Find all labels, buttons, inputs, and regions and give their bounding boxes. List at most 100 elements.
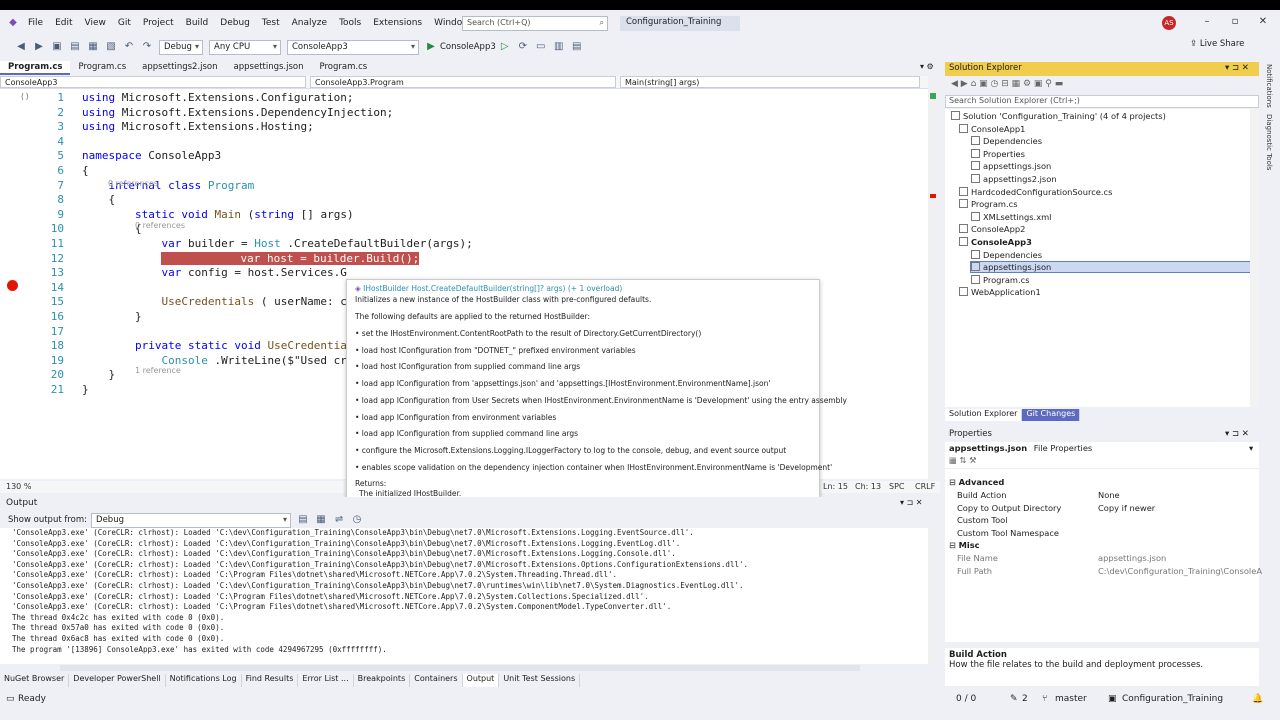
notifications-side-tab[interactable]: Notifications [1265, 64, 1273, 108]
save-all-icon[interactable]: ▧ [104, 40, 118, 54]
tree-item[interactable]: ConsoleApp3 [959, 237, 1032, 247]
editor-tab[interactable]: Program.cs [312, 61, 376, 75]
save-icon[interactable]: ▦ [86, 40, 100, 54]
zoom-level[interactable]: 130 % [6, 482, 31, 491]
properties-object-dropdown-icon[interactable]: ▾ [1249, 443, 1253, 453]
tree-item[interactable]: WebApplication1 [959, 287, 1041, 297]
new-project-icon[interactable]: ▣ [50, 40, 64, 54]
codelens-usecredentials[interactable]: 1 reference [135, 366, 181, 375]
tree-item[interactable]: Properties [971, 148, 1025, 159]
tree-item[interactable]: ConsoleApp1 [959, 123, 1025, 134]
tree-item[interactable]: XMLsettings.xml [971, 211, 1052, 222]
tree-item[interactable]: Solution 'Configuration_Training' (4 of … [951, 111, 1166, 121]
collapse-misc-icon[interactable]: ⊟ [949, 540, 959, 550]
comment-icon[interactable]: ▤ [570, 40, 584, 54]
run-button[interactable]: ConsoleApp3 [440, 42, 496, 52]
class-nav-dropdown[interactable]: ConsoleApp3.Program [310, 76, 616, 88]
tree-item[interactable]: Program.cs [971, 274, 1030, 285]
tree-item[interactable]: appsettings2.json [971, 174, 1057, 184]
find-in-output-icon[interactable]: ▤ [296, 513, 310, 527]
tree-item[interactable]: Program.cs [959, 199, 1018, 209]
menu-build[interactable]: Build [180, 18, 215, 28]
tree-item[interactable]: HardcodedConfigurationSource.cs [959, 186, 1112, 197]
toolbox-icon[interactable]: ▥ [552, 40, 566, 54]
tab-git-changes[interactable]: Git Changes [1022, 409, 1081, 421]
redo-icon[interactable]: ↷ [140, 40, 154, 54]
editor-tab[interactable]: appsettings2.json [134, 61, 225, 75]
minimize-icon[interactable]: – [1200, 16, 1214, 30]
tree-item[interactable]: appsettings.json [970, 261, 1259, 274]
project-nav-dropdown[interactable]: ConsoleApp3 [0, 76, 306, 88]
property-value[interactable]: Copy if newer [1098, 503, 1155, 513]
menu-edit[interactable]: Edit [49, 18, 78, 28]
menu-project[interactable]: Project [137, 18, 180, 28]
codelens-program[interactable]: 0 references [108, 179, 158, 188]
tree-item[interactable]: ConsoleApp2 [959, 224, 1025, 234]
branch-name[interactable]: master [1055, 694, 1087, 704]
error-count[interactable]: 0 / 0 [956, 694, 976, 704]
bottom-tab[interactable]: NuGet Browser [0, 674, 70, 687]
menu-analyze[interactable]: Analyze [286, 18, 333, 28]
menu-debug[interactable]: Debug [214, 18, 256, 28]
search-input[interactable]: Search (Ctrl+Q) ⌕ [462, 16, 608, 31]
property-value[interactable]: None [1098, 490, 1120, 500]
member-nav-dropdown[interactable]: Main(string[] args) [620, 76, 920, 88]
bottom-tab[interactable]: Developer PowerShell [69, 674, 166, 687]
properties-pane-controls-icon[interactable]: ▾ ⊐ ✕ [1225, 429, 1249, 439]
codelens-main[interactable]: 0 references [135, 221, 185, 230]
tree-item[interactable]: Dependencies [971, 136, 1042, 146]
bottom-tab[interactable]: Find Results [242, 674, 299, 687]
tree-item[interactable]: appsettings.json [971, 161, 1051, 171]
menu-git[interactable]: Git [112, 18, 137, 28]
user-avatar[interactable]: AS [1162, 16, 1176, 30]
tab-overflow-icon[interactable]: ▾ ⚙ [920, 62, 934, 71]
editor-tab[interactable]: appsettings.json [226, 61, 312, 75]
hot-reload-icon[interactable]: ⟳ [516, 40, 530, 54]
toggle-timestamps-icon[interactable]: ◷ [350, 513, 364, 527]
collapse-all-icon[interactable]: ⟨⟩ [20, 92, 30, 101]
clear-all-icon[interactable]: ▦ [314, 513, 328, 527]
forward-icon[interactable]: ▶ [32, 40, 46, 54]
menu-tools[interactable]: Tools [333, 18, 367, 28]
output-hscrollbar[interactable] [60, 665, 860, 671]
editor-tab[interactable]: Program.cs [0, 61, 71, 75]
notifications-icon[interactable]: 🔔 [1252, 694, 1263, 704]
undo-icon[interactable]: ↶ [122, 40, 136, 54]
bottom-tab[interactable]: Unit Test Sessions [499, 674, 581, 687]
live-share-button[interactable]: ⇪ Live Share [1190, 39, 1244, 49]
menu-test[interactable]: Test [256, 18, 286, 28]
maximize-icon[interactable]: ▫ [1228, 16, 1242, 30]
diagnostic-tools-side-tab[interactable]: Diagnostic Tools [1265, 114, 1273, 170]
run-icon[interactable]: ▶ [424, 40, 438, 54]
menu-file[interactable]: File [22, 18, 49, 28]
se-toolbar-icons[interactable]: ◀ ▶ ⌂ ▣ ◷ ⊟ ▦ ⚙ ▣ ⚲ ▬ [951, 79, 1063, 89]
run-without-debug-icon[interactable]: ▷ [498, 40, 512, 54]
platform-select[interactable]: Any CPU [209, 39, 281, 55]
open-icon[interactable]: ▤ [68, 40, 82, 54]
bottom-tab[interactable]: Containers [410, 674, 463, 687]
editor-tab[interactable]: Program.cs [70, 61, 134, 75]
word-wrap-icon[interactable]: ⇌ [332, 513, 346, 527]
close-icon[interactable]: ✕ [1256, 16, 1270, 30]
pane-controls-icon[interactable]: ▾ ⊐ ✕ [1225, 63, 1249, 73]
bottom-tab[interactable]: Error List ... [298, 674, 354, 687]
bottom-tab[interactable]: Notifications Log [166, 674, 242, 687]
collapse-advanced-icon[interactable]: ⊟ [949, 477, 959, 487]
browser-link-icon[interactable]: ▭ [534, 40, 548, 54]
output-source-select[interactable]: Debug [91, 512, 292, 528]
bottom-tab[interactable]: Breakpoints [354, 674, 411, 687]
bottom-tab[interactable]: Output [462, 674, 500, 687]
output-text[interactable]: 'ConsoleApp3.exe' (CoreCLR: clrhost): Lo… [0, 528, 928, 664]
properties-toolbar[interactable]: ▦ ⇅ ⚒ [945, 455, 1259, 469]
solution-explorer-search[interactable]: Search Solution Explorer (Ctrl+;) [945, 95, 1259, 108]
pending-changes[interactable]: 2 [1022, 694, 1028, 704]
output-scrollbar[interactable] [928, 528, 938, 664]
startup-project-select[interactable]: ConsoleApp3 [287, 39, 419, 55]
menu-extensions[interactable]: Extensions [367, 18, 428, 28]
config-select[interactable]: Debug [159, 39, 203, 55]
tree-item[interactable]: Dependencies [971, 249, 1042, 260]
tab-solution-explorer[interactable]: Solution Explorer [945, 409, 1023, 421]
se-scrollbar[interactable] [1250, 109, 1259, 407]
editor-scrollbar[interactable] [928, 89, 938, 479]
back-icon[interactable]: ◀ [14, 40, 28, 54]
